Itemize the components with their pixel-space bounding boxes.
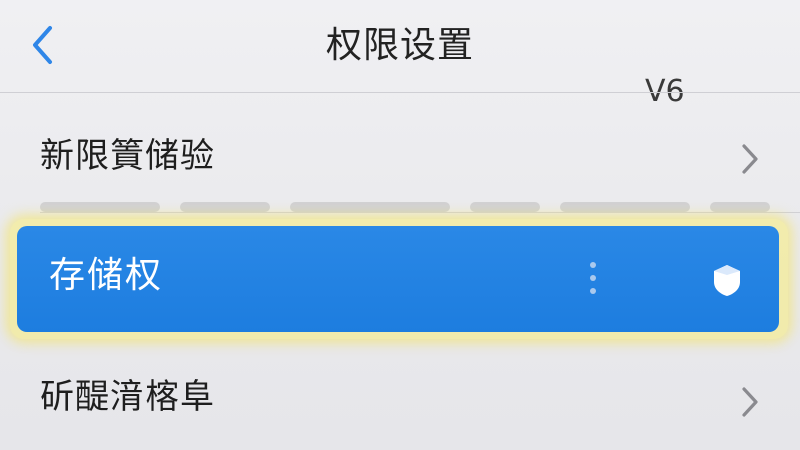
row-label: 新限篢储验	[40, 136, 215, 176]
divider	[0, 92, 800, 93]
storage-permission-row[interactable]: 存储权	[17, 226, 779, 332]
shield-button[interactable]	[707, 260, 747, 300]
scrolled-content-remnant	[40, 196, 780, 218]
permission-settings-screen: 权限设置 V6 新限篢储验 存储权 斫醍湇楁阜	[0, 0, 800, 450]
chevron-right-icon	[742, 387, 758, 417]
chevron-right-icon	[742, 144, 758, 174]
divider	[40, 212, 800, 213]
shield-icon	[714, 265, 740, 296]
settings-row[interactable]: 斫醍湇楁阜	[0, 350, 800, 450]
row-label: 存储权	[49, 255, 164, 296]
row-label: 斫醍湇楁阜	[40, 377, 215, 417]
page-title: 权限设置	[325, 25, 474, 66]
settings-row[interactable]: 新限篢储验	[0, 105, 800, 205]
drag-handle-icon[interactable]	[585, 260, 601, 296]
